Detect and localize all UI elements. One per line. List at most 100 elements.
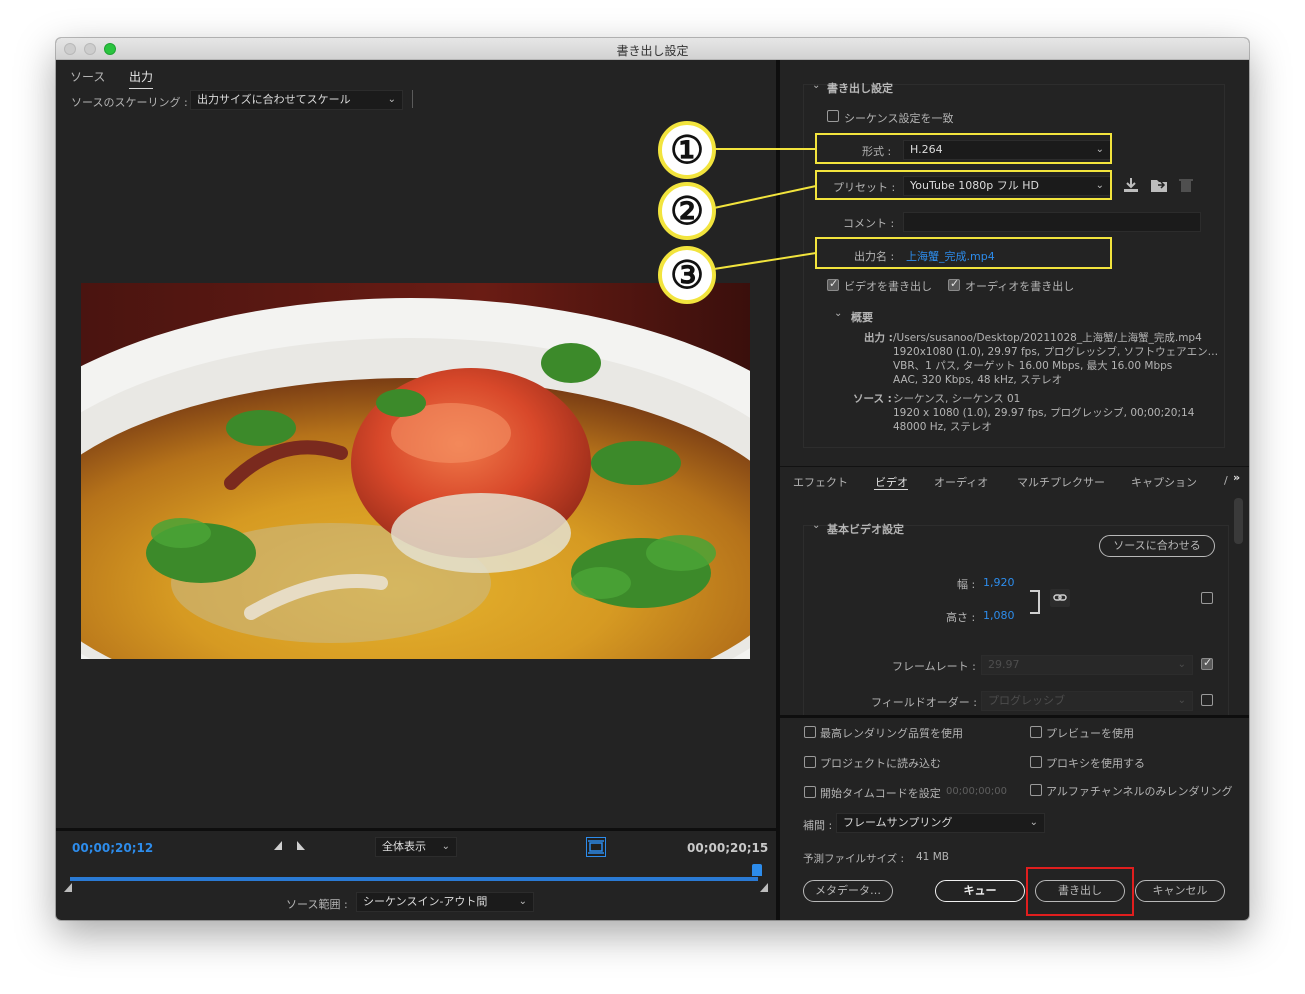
metadata-button[interactable]: メタデータ… [803, 880, 893, 902]
tab-source[interactable]: ソース [70, 68, 105, 85]
tab-video-underline [874, 489, 908, 490]
tab-effects[interactable]: エフェクト [793, 474, 848, 490]
summary-source-line: 1920 x 1080 (1.0), 29.97 fps, プログレッシブ, 0… [893, 407, 1195, 419]
tab-video[interactable]: ビデオ [875, 474, 908, 490]
interpolation-dropdown[interactable]: フレームサンプリング ⌄ [836, 813, 1045, 833]
tab-output[interactable]: 出力 [129, 68, 154, 89]
highlight-export-button [1026, 867, 1134, 916]
current-timecode[interactable]: 00;00;20;12 [72, 841, 153, 855]
set-start-timecode-checkbox[interactable] [804, 786, 816, 798]
filesize-label: 予測ファイルサイズ : [803, 853, 905, 865]
download-icon [1124, 178, 1138, 192]
summary-output-line: 1920x1080 (1.0), 29.97 fps, プログレッシブ, ソフト… [893, 346, 1219, 358]
summary-output-label: 出力 : [864, 332, 893, 344]
export-video-label: ビデオを書き出し [844, 280, 932, 293]
more-tabs-icon[interactable]: » [1233, 471, 1240, 484]
interpolation-label: 補間 : [803, 819, 833, 832]
frame-rate-checkbox[interactable] [1201, 656, 1213, 670]
width-value[interactable]: 1,920 [983, 576, 1015, 589]
timeline-divider [56, 828, 776, 831]
export-audio-label: オーディオを書き出し [965, 280, 1075, 293]
constrain-proportions-button[interactable] [1050, 589, 1070, 607]
use-previews-checkbox[interactable] [1030, 726, 1042, 738]
source-range-dropdown[interactable]: シーケンスイン-アウト間 ⌄ [356, 892, 534, 912]
export-audio-checkbox[interactable] [948, 277, 960, 291]
chevron-down-icon[interactable]: ⌄ [834, 308, 842, 319]
field-order-checkbox[interactable] [1201, 694, 1213, 706]
delete-preset-icon[interactable] [1178, 177, 1194, 193]
set-out-point-icon[interactable] [297, 841, 305, 850]
fit-icon[interactable] [586, 837, 606, 857]
match-sequence-label: シーケンス設定を一致 [844, 112, 954, 125]
use-previews-label: プレビューを使用 [1046, 727, 1134, 740]
import-preset-icon[interactable] [1150, 177, 1168, 193]
in-point-marker[interactable] [64, 883, 72, 892]
cancel-button[interactable]: キャンセル [1135, 880, 1225, 902]
source-range-value: シーケンスイン-アウト間 [363, 895, 488, 908]
field-order-value: プログレッシブ [988, 694, 1065, 707]
import-into-project-label: プロジェクトに読み込む [820, 757, 941, 770]
scaling-value: 出力サイズに合わせてスケール [197, 93, 351, 106]
alpha-only-label: アルファチャンネルのみレンダリング [1046, 785, 1233, 798]
timeline-track[interactable] [70, 877, 758, 881]
summary-source-label: ソース : [853, 393, 892, 405]
title-bar: 書き出し設定 [56, 38, 1249, 60]
export-video-checkbox[interactable] [827, 277, 839, 291]
out-point-marker[interactable] [760, 883, 768, 892]
resize-checkbox[interactable] [1201, 592, 1213, 604]
interpolation-value: フレームサンプリング [843, 816, 953, 829]
set-in-point-icon[interactable] [274, 841, 282, 850]
queue-button[interactable]: キュー [935, 880, 1025, 902]
import-into-project-checkbox[interactable] [804, 756, 816, 768]
zoom-value: 全体表示 [382, 840, 426, 853]
chevron-down-icon: ⌄ [1177, 695, 1186, 706]
use-proxies-checkbox[interactable] [1030, 756, 1042, 768]
annotation-marker-2: ② [658, 182, 716, 240]
tab-captions[interactable]: キャプション [1131, 474, 1197, 490]
filesize-value: 41 MB [916, 851, 949, 863]
start-timecode-value[interactable]: 00;00;00;00 [946, 786, 1007, 797]
video-settings-title: 基本ビデオ設定 [827, 523, 904, 536]
separator [412, 90, 413, 108]
highlight-format [815, 133, 1112, 164]
export-settings-title: 書き出し設定 [827, 82, 893, 95]
tab-audio[interactable]: オーディオ [934, 474, 988, 490]
export-settings-window: 書き出し設定 ソース 出力 ソースのスケーリング : 出力サイズに合わせてスケー… [56, 38, 1249, 920]
video-preview [81, 283, 750, 659]
frame-rate-value: 29.97 [988, 658, 1020, 671]
tab-multiplexer[interactable]: マルチプレクサー [1017, 474, 1105, 490]
use-proxies-label: プロキシを使用する [1046, 757, 1145, 770]
match-sequence-checkbox[interactable] [827, 110, 839, 122]
comment-input[interactable] [903, 212, 1201, 232]
zoom-dropdown[interactable]: 全体表示 ⌄ [375, 837, 457, 857]
max-render-quality-label: 最高レンダリング品質を使用 [820, 727, 963, 740]
alpha-only-checkbox[interactable] [1030, 784, 1042, 796]
height-label: 高さ : [946, 611, 976, 624]
preview-image [81, 283, 750, 659]
scaling-dropdown[interactable]: 出力サイズに合わせてスケール ⌄ [190, 90, 403, 110]
trash-icon [1179, 179, 1193, 192]
summary-title: 概要 [851, 311, 873, 324]
match-source-button[interactable]: ソースに合わせる [1099, 535, 1215, 557]
width-label: 幅 : [957, 578, 976, 591]
field-order-dropdown[interactable]: プログレッシブ ⌄ [981, 691, 1193, 711]
summary-output-line: VBR、1 パス, ターゲット 16.00 Mbps, 最大 16.00 Mbp… [893, 360, 1173, 372]
max-render-quality-checkbox[interactable] [804, 726, 816, 738]
summary-output-line: /Users/susanoo/Desktop/20211028_上海蟹/上海蟹_… [893, 332, 1202, 344]
scaling-label: ソースのスケーリング : [71, 96, 188, 109]
frame-rate-dropdown[interactable]: 29.97 ⌄ [981, 655, 1193, 675]
save-preset-icon[interactable] [1122, 177, 1140, 193]
link-icon [1053, 594, 1067, 601]
annotation-marker-1: ① [658, 121, 716, 179]
source-range-label: ソース範囲 : [286, 898, 348, 911]
height-value[interactable]: 1,080 [983, 609, 1015, 622]
summary-source-line: シーケンス, シーケンス 01 [893, 393, 1021, 405]
chevron-down-icon[interactable]: ⌄ [812, 520, 820, 531]
playhead-handle[interactable] [752, 864, 762, 876]
chevron-down-icon: ⌄ [518, 896, 527, 907]
tab-publish[interactable]: / [1224, 474, 1228, 487]
end-timecode: 00;00;20;15 [687, 841, 769, 855]
settings-scrollbar[interactable] [1234, 498, 1243, 544]
chevron-down-icon: ⌄ [441, 841, 450, 852]
chevron-down-icon[interactable]: ⌄ [812, 80, 820, 91]
